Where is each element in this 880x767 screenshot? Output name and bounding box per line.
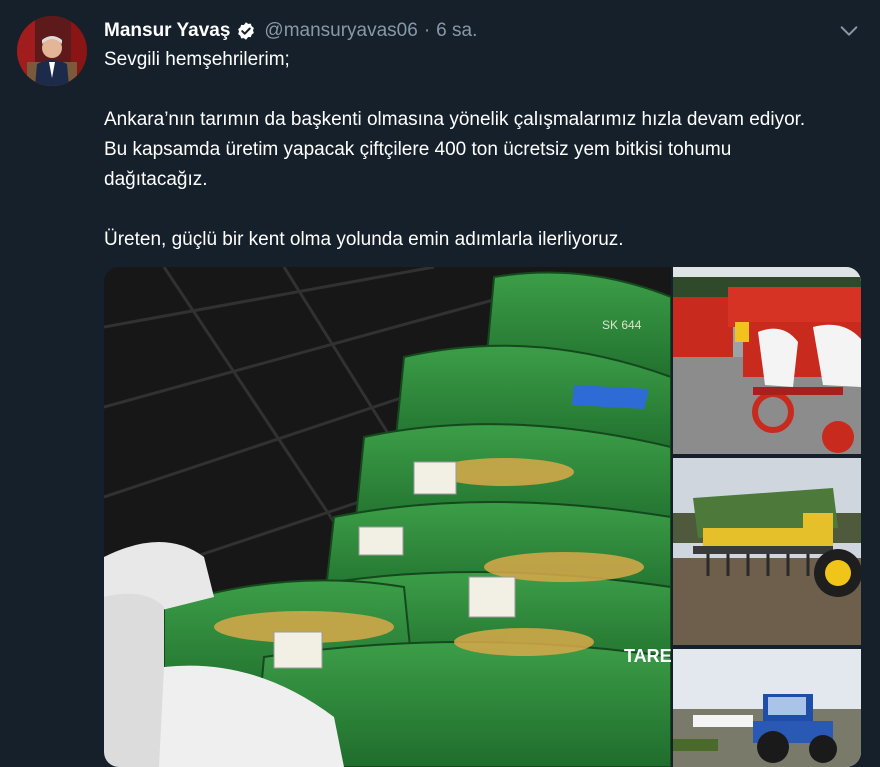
green-seed-drill-photo[interactable] — [673, 458, 861, 645]
author-name[interactable]: Mansur Yavaş — [104, 19, 230, 43]
tweet-timestamp[interactable]: 6 sa. — [436, 19, 477, 43]
tweet-header: Mansur Yavaş @mansuryavas06 · 6 sa. — [104, 17, 862, 45]
tweet-paragraph: Ankara’nın tarımın da başkenti olmasına … — [104, 109, 806, 190]
tweet-paragraph: Sevgili hemşehrilerim; — [104, 49, 290, 70]
verified-badge-icon — [238, 22, 255, 40]
chevron-down-icon[interactable] — [838, 20, 860, 42]
tweet-paragraph: Üreten, güçlü bir kent olma yolunda emin… — [104, 229, 624, 250]
bag-code-text: SK 644 — [602, 318, 642, 332]
seed-sacks-photo[interactable]: SK 644 TAREY — [104, 267, 671, 767]
red-seed-drill-photo[interactable] — [673, 267, 861, 454]
author-avatar[interactable] — [17, 16, 87, 86]
blue-tractor-photo[interactable] — [673, 649, 861, 767]
separator-dot: · — [423, 20, 431, 41]
author-handle[interactable]: @mansuryavas06 — [264, 19, 417, 43]
tweet-media-grid: SK 644 TAREY — [104, 267, 861, 767]
bag-brand-text: TAREY — [624, 646, 671, 666]
tweet-body: Sevgili hemşehrilerim; Ankara’nın tarımı… — [104, 45, 824, 255]
